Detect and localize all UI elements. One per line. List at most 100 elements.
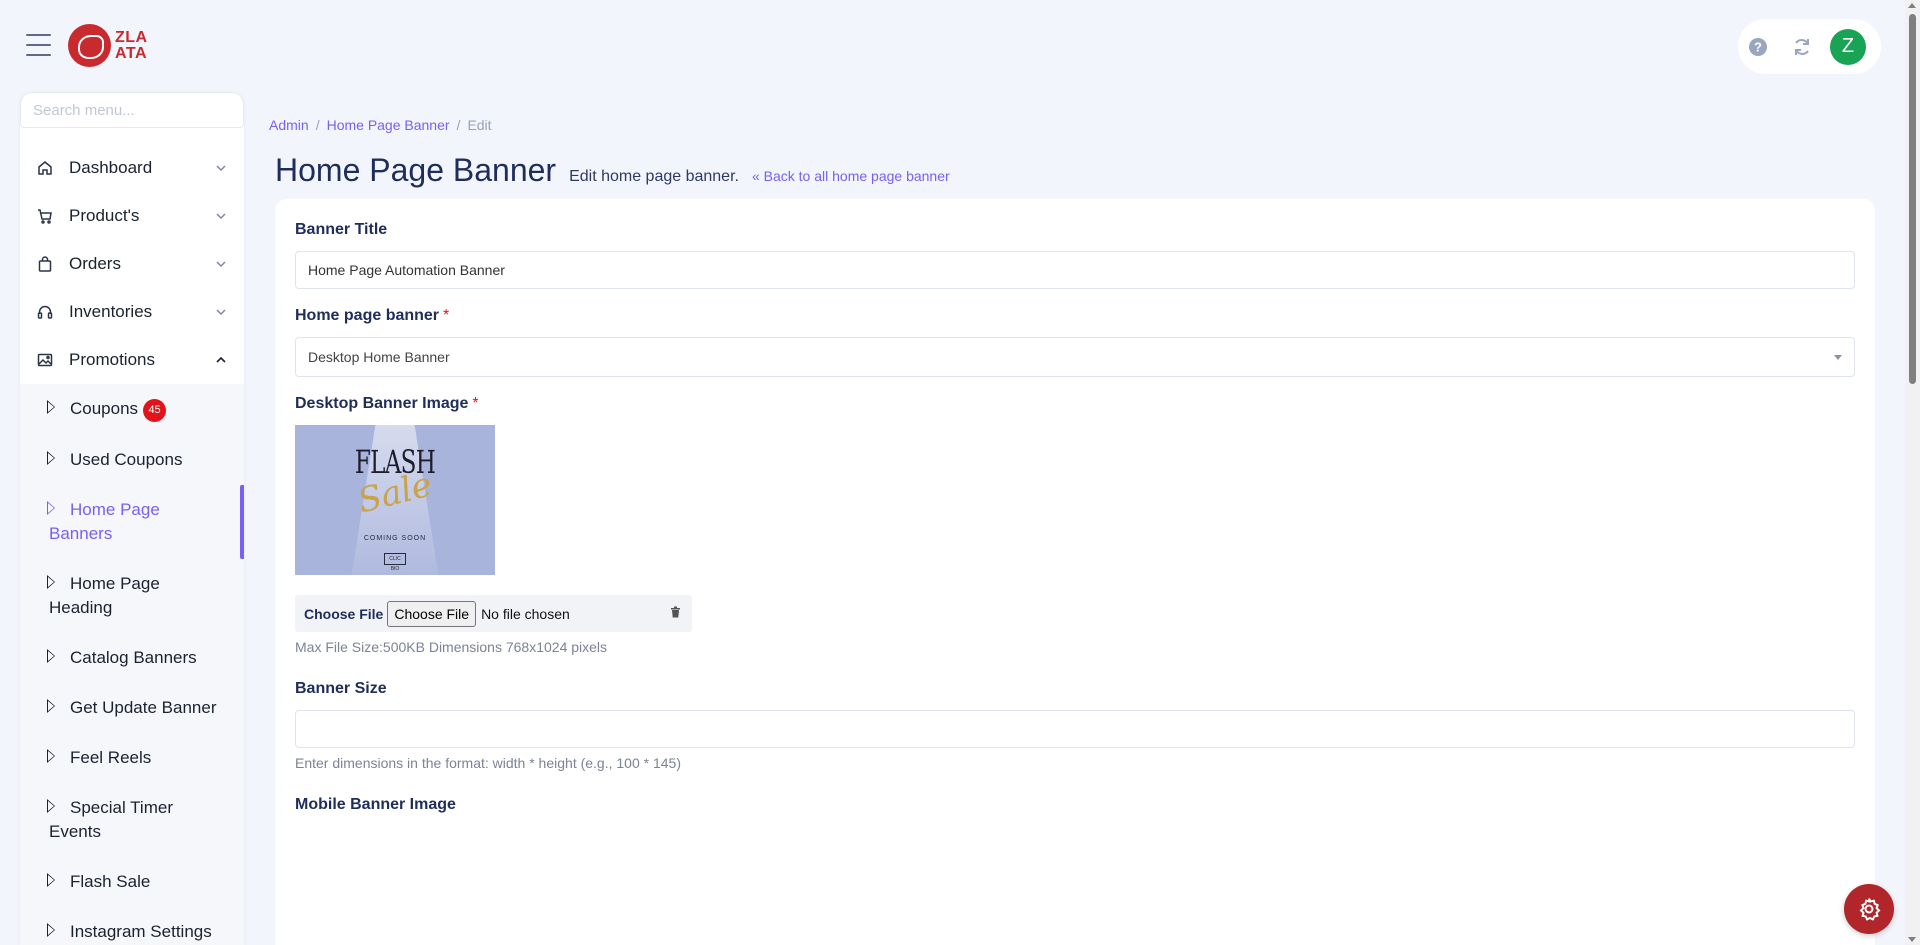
sidebar-item-label: Promotions bbox=[69, 350, 155, 369]
refresh-icon[interactable] bbox=[1786, 31, 1818, 63]
breadcrumb: Admin / Home Page Banner / Edit bbox=[269, 117, 492, 133]
home-page-banner-label: Home page banner * bbox=[295, 307, 449, 325]
menu-toggle-button[interactable] bbox=[26, 34, 51, 56]
delete-icon[interactable] bbox=[668, 606, 682, 620]
breadcrumb-separator: / bbox=[315, 117, 320, 133]
header-actions: ? Z bbox=[1738, 19, 1881, 74]
sidebar-item-flash-sale[interactable]: Flash Sale bbox=[20, 857, 244, 907]
caret-right-icon bbox=[47, 649, 56, 663]
sidebar-item-coupons[interactable]: Coupons 45 bbox=[20, 384, 244, 435]
chevron-up-icon bbox=[216, 354, 226, 366]
sidebar-item-get-update-banner[interactable]: Get Update Banner bbox=[20, 683, 244, 733]
choose-file-button[interactable]: Choose File bbox=[387, 600, 477, 627]
banner-size-input[interactable] bbox=[295, 710, 1855, 748]
sidebar-item-label: Inventories bbox=[69, 302, 153, 321]
logo-emblem-icon bbox=[68, 24, 111, 67]
sidebar-item-dashboard[interactable]: Dashboard bbox=[20, 144, 244, 192]
page-scrollbar[interactable] bbox=[1905, 0, 1920, 945]
required-mark: * bbox=[443, 307, 450, 324]
sidebar-item-catalog-banners[interactable]: Catalog Banners bbox=[20, 633, 244, 683]
home-page-banner-select[interactable]: Desktop Home Banner bbox=[295, 337, 1855, 377]
menu-icon-bar bbox=[26, 44, 51, 46]
breadcrumb-home-page-banner[interactable]: Home Page Banner bbox=[327, 117, 450, 133]
sidebar-item-special-timer-events[interactable]: Special Timer Events bbox=[20, 783, 244, 857]
scrollbar-thumb[interactable] bbox=[1909, 14, 1916, 384]
sidebar-subitem-label: Home Page Heading bbox=[49, 574, 160, 617]
sidebar-subitem-label: Used Coupons bbox=[70, 450, 183, 469]
logo-text-line1: ZLA bbox=[115, 28, 148, 46]
page-subtitle: Edit home page banner. bbox=[569, 168, 739, 185]
file-picker-label: Choose File bbox=[304, 605, 384, 622]
caret-right-icon bbox=[47, 923, 56, 937]
sidebar-item-orders[interactable]: Orders bbox=[20, 240, 244, 288]
desktop-image-file-picker: Choose File Choose File No file chosen bbox=[295, 595, 692, 632]
breadcrumb-separator: / bbox=[456, 117, 461, 133]
image-icon bbox=[36, 351, 54, 369]
sidebar-item-instagram-settings[interactable]: Instagram Settings bbox=[20, 907, 244, 945]
desktop-banner-image-label-text: Desktop Banner Image bbox=[295, 395, 469, 412]
logo-text-line2: ATA bbox=[115, 44, 148, 62]
sidebar-subitem-label: Flash Sale bbox=[70, 872, 151, 891]
sidebar-item-home-page-banners[interactable]: Home Page Banners bbox=[20, 485, 244, 559]
menu-icon-bar bbox=[26, 34, 51, 36]
breadcrumb-admin[interactable]: Admin bbox=[269, 117, 309, 133]
sidebar-item-promotions[interactable]: Promotions bbox=[20, 336, 244, 384]
caret-right-icon bbox=[47, 575, 56, 589]
page-header: Home Page Banner Edit home page banner. … bbox=[275, 152, 950, 189]
svg-text:?: ? bbox=[1754, 39, 1762, 54]
preview-tagline: COMING SOON bbox=[363, 535, 427, 542]
banner-size-hint: Enter dimensions in the format: width * … bbox=[295, 755, 681, 771]
sidebar-item-home-page-heading[interactable]: Home Page Heading bbox=[20, 559, 244, 633]
scroll-up-arrow-icon[interactable] bbox=[1908, 3, 1916, 8]
preview-tag: CLIC BIO bbox=[384, 553, 406, 572]
caret-right-icon bbox=[47, 799, 56, 813]
sidebar-item-label: Dashboard bbox=[69, 158, 153, 177]
home-page-banner-selected: Desktop Home Banner bbox=[308, 349, 450, 365]
sidebar-item-label: Orders bbox=[69, 254, 121, 273]
chevron-down-icon bbox=[216, 162, 226, 174]
help-icon[interactable]: ? bbox=[1742, 31, 1774, 63]
breadcrumb-current: Edit bbox=[467, 117, 492, 133]
caret-right-icon bbox=[47, 749, 56, 763]
chevron-down-icon bbox=[216, 210, 226, 222]
dropdown-arrow-icon bbox=[1834, 355, 1842, 360]
sidebar-subitem-label: Special Timer Events bbox=[49, 798, 173, 841]
sidebar-subitem-label: Catalog Banners bbox=[70, 648, 197, 667]
caret-right-icon bbox=[47, 873, 56, 887]
sidebar-subitem-label: Home Page Banners bbox=[49, 500, 160, 543]
user-avatar[interactable]: Z bbox=[1830, 28, 1866, 65]
scroll-down-arrow-icon[interactable] bbox=[1908, 937, 1916, 942]
back-to-list-link[interactable]: « Back to all home page banner bbox=[752, 168, 950, 184]
sidebar-item-inventories[interactable]: Inventories bbox=[20, 288, 244, 336]
desktop-banner-image-label: Desktop Banner Image * bbox=[295, 395, 479, 413]
caret-right-icon bbox=[47, 501, 56, 515]
home-icon bbox=[36, 159, 54, 177]
caret-right-icon bbox=[47, 451, 56, 465]
gear-icon bbox=[1859, 898, 1881, 921]
sidebar-item-products[interactable]: Product's bbox=[20, 192, 244, 240]
sidebar-subitem-label: Get Update Banner bbox=[70, 698, 217, 717]
sidebar: Dashboard Product's Orders Inventories P… bbox=[20, 92, 244, 945]
sidebar-search-input[interactable] bbox=[20, 92, 244, 128]
desktop-banner-preview-image: FLASH Sale COMING SOON CLIC BIO bbox=[295, 425, 495, 575]
sidebar-subitem-label: Coupons bbox=[70, 399, 139, 418]
banner-title-label: Banner Title bbox=[295, 221, 388, 238]
edit-banner-form: Banner Title Home page banner* Desktop H… bbox=[275, 199, 1875, 945]
sidebar-subitem-label: Feel Reels bbox=[70, 748, 152, 767]
brand-logo[interactable]: ZLA ATA bbox=[68, 24, 148, 67]
promotions-submenu: Coupons 45 Used Coupons Home Page Banners… bbox=[20, 384, 244, 945]
home-page-banner-label-text: Home page banner bbox=[295, 307, 440, 324]
caret-right-icon bbox=[47, 400, 56, 414]
banner-title-input[interactable] bbox=[295, 251, 1855, 289]
cart-icon bbox=[36, 207, 54, 225]
required-mark: * bbox=[472, 395, 479, 412]
settings-fab-button[interactable] bbox=[1844, 884, 1894, 934]
mobile-banner-image-label: Mobile Banner Image bbox=[295, 796, 456, 813]
sidebar-menu: Dashboard Product's Orders Inventories P… bbox=[20, 144, 244, 945]
file-status-text: No file chosen bbox=[481, 605, 570, 622]
sidebar-item-feel-reels[interactable]: Feel Reels bbox=[20, 733, 244, 783]
caret-right-icon bbox=[47, 699, 56, 713]
page-title: Home Page Banner bbox=[275, 152, 557, 188]
sidebar-item-used-coupons[interactable]: Used Coupons bbox=[20, 435, 244, 485]
desktop-image-hint: Max File Size:500KB Dimensions 768x1024 … bbox=[295, 639, 608, 655]
